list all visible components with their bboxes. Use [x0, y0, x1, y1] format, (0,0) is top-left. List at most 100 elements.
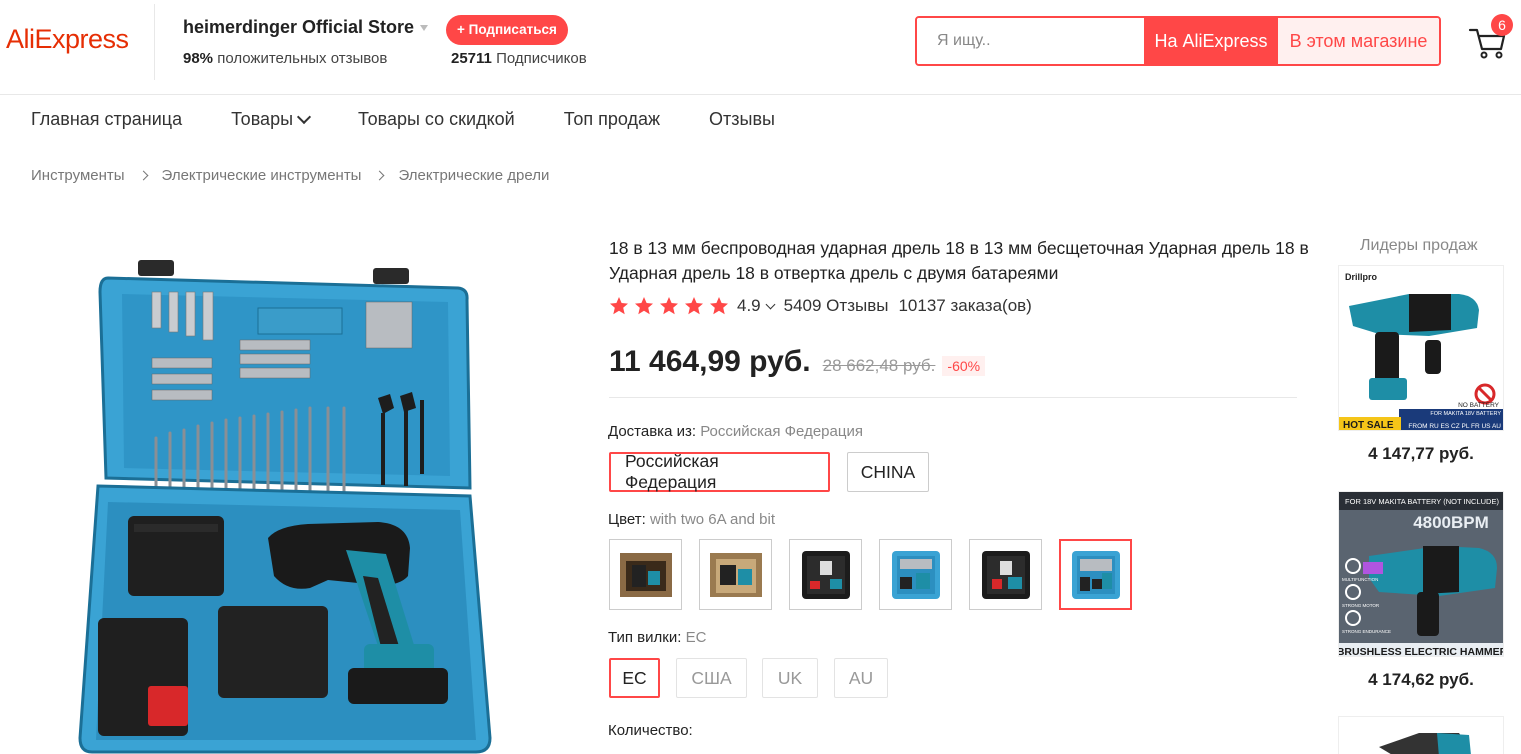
store-header: AliExpress heimerdinger Official Store 9… [0, 0, 1521, 95]
plug-value: EC [685, 629, 707, 646]
plug-option-usa[interactable]: США [676, 658, 747, 698]
star-icon [710, 297, 728, 315]
store-name[interactable]: heimerdinger Official Store [183, 17, 429, 38]
search-store-button[interactable]: В этом магазине [1278, 18, 1439, 64]
top-seller-image: FOR 18V MAKITA BATTERY (NOT INCLUDE) 480… [1339, 492, 1504, 657]
color-option-selected[interactable] [1059, 539, 1132, 610]
chevron-down-icon[interactable] [296, 109, 312, 124]
top-seller-item[interactable]: Drillpro NO BATTERY FOR MAKITA 18V BATTE… [1338, 265, 1504, 431]
ship-option-china[interactable]: CHINA [847, 452, 929, 492]
nav-products[interactable]: Товары [231, 109, 312, 130]
plug-title: Тип вилки: [608, 629, 682, 646]
nav-home[interactable]: Главная страница [31, 109, 182, 130]
color-option-image [981, 550, 1030, 599]
original-price: 28 662,48 руб. [822, 356, 936, 375]
breadcrumb-item[interactable]: Электрические инструменты [162, 167, 362, 184]
cart-count-badge: 6 [1491, 14, 1513, 36]
product-main-image[interactable] [78, 258, 493, 754]
top-seller-image: Drillpro NO BATTERY FOR MAKITA 18V BATTE… [1339, 266, 1503, 431]
quantity-label: Количество: [608, 722, 693, 739]
plug-option-ec[interactable]: EC [609, 658, 660, 698]
ship-from-value: Российская Федерация [700, 423, 863, 440]
top-seller-price[interactable]: 4 147,77 руб. [1338, 444, 1504, 464]
color-option-image [891, 550, 940, 599]
color-option-image [619, 552, 672, 597]
nav-home-label[interactable]: Главная страница [31, 109, 182, 130]
nav-reviews-label[interactable]: Отзывы [709, 109, 775, 130]
color-label: Цвет: with two 6A and bit [608, 511, 775, 528]
nav-products-label[interactable]: Товары [231, 109, 293, 130]
plug-label: Тип вилки: EC [608, 629, 706, 646]
promo-text: NO BATTERY [1458, 402, 1500, 409]
color-value: with two 6A and bit [649, 511, 776, 528]
ship-from-title: Доставка из: [608, 423, 697, 440]
promo-text: FOR MAKITA 18V BATTERY [1430, 411, 1501, 417]
search-aliexpress-button[interactable]: На AliExpress [1144, 18, 1278, 64]
current-price: 11 464,99 руб. [609, 345, 811, 378]
star-icon [685, 297, 703, 315]
brand-text: Drillpro [1345, 272, 1378, 282]
store-positive-feedback: 98% положительных отзывов [183, 50, 387, 67]
promo-text: FOR 18V MAKITA BATTERY (NOT INCLUDE) [1345, 497, 1499, 506]
followers-text: Подписчиков [496, 50, 587, 67]
plug-option-au[interactable]: AU [834, 658, 888, 698]
color-option[interactable] [969, 539, 1042, 610]
store-nav: Главная страница Товары Товары со скидко… [31, 109, 824, 130]
product-title: 18 в 13 мм беспроводная ударная дрель 18… [609, 238, 1309, 283]
promo-banner-text: BRUSHLESS ELECTRIC HAMMER [1339, 646, 1504, 657]
breadcrumb-item[interactable]: Электрические дрели [398, 167, 549, 184]
feature-text: MULTIFUNCTION [1342, 577, 1378, 582]
top-seller-image [1339, 717, 1503, 754]
color-option[interactable] [699, 539, 772, 610]
top-sellers-title: Лидеры продаж [1360, 237, 1478, 254]
chevron-right-icon [375, 170, 385, 181]
positive-text: положительных отзывов [217, 50, 388, 67]
orders-count: 10137 заказа(ов) [898, 296, 1032, 315]
star-icon [660, 297, 678, 315]
breadcrumb-item[interactable]: Инструменты [31, 167, 125, 184]
color-option[interactable] [789, 539, 862, 610]
top-seller-item[interactable] [1338, 716, 1504, 754]
search-bar: На AliExpress В этом магазине [915, 16, 1441, 66]
top-seller-item[interactable]: FOR 18V MAKITA BATTERY (NOT INCLUDE) 480… [1338, 491, 1504, 657]
ship-from-label: Доставка из: Российская Федерация [608, 423, 863, 440]
breadcrumb: Инструменты Электрические инструменты Эл… [31, 167, 549, 184]
rating-value[interactable]: 4.9 [737, 296, 761, 316]
color-option-image [1071, 550, 1120, 599]
ship-option-russia[interactable]: Российская Федерация [609, 451, 830, 492]
star-icon [610, 297, 628, 315]
color-title: Цвет: [608, 511, 646, 528]
nav-reviews[interactable]: Отзывы [709, 109, 775, 130]
color-option-image [709, 552, 762, 597]
price-divider [609, 397, 1297, 398]
color-option[interactable] [609, 539, 682, 610]
store-name-text[interactable]: heimerdinger Official Store [183, 17, 414, 37]
rating-row: 4.9 5409 Отзывы 10137 заказа(ов) [609, 296, 1032, 316]
followers-number: 25711 [451, 50, 492, 67]
plug-option-uk[interactable]: UK [762, 658, 818, 698]
search-input[interactable] [917, 18, 1144, 64]
subscribe-button[interactable]: + Подписаться [446, 15, 568, 45]
caret-down-icon[interactable] [420, 25, 429, 32]
bpm-text: 4800BPM [1413, 513, 1489, 532]
chevron-right-icon [138, 170, 148, 181]
nav-sale[interactable]: Товары со скидкой [358, 109, 515, 130]
nav-top-sellers[interactable]: Топ продаж [564, 109, 660, 130]
header-divider [154, 4, 155, 80]
top-seller-price[interactable]: 4 174,62 руб. [1338, 670, 1504, 690]
feature-text: STRONG ENDURANCE [1342, 629, 1391, 634]
price-row: 11 464,99 руб. 28 662,48 руб. -60% [609, 345, 986, 379]
discount-badge: -60% [942, 356, 986, 376]
nav-top-label[interactable]: Топ продаж [564, 109, 660, 130]
promo-text: FROM RU ES CZ PL FR US AU [1408, 423, 1501, 430]
reviews-link[interactable]: 5409 Отзывы [784, 296, 889, 316]
star-icon [635, 297, 653, 315]
positive-percent: 98% [183, 50, 214, 67]
nav-sale-label[interactable]: Товары со скидкой [358, 109, 515, 130]
hot-sale-text: HOT SALE [1343, 420, 1394, 431]
color-option-image [801, 550, 850, 599]
color-option[interactable] [879, 539, 952, 610]
feature-text: STRONG MOTOR [1342, 603, 1380, 608]
chevron-down-icon[interactable] [765, 299, 776, 309]
aliexpress-logo[interactable]: AliExpress [6, 24, 129, 55]
